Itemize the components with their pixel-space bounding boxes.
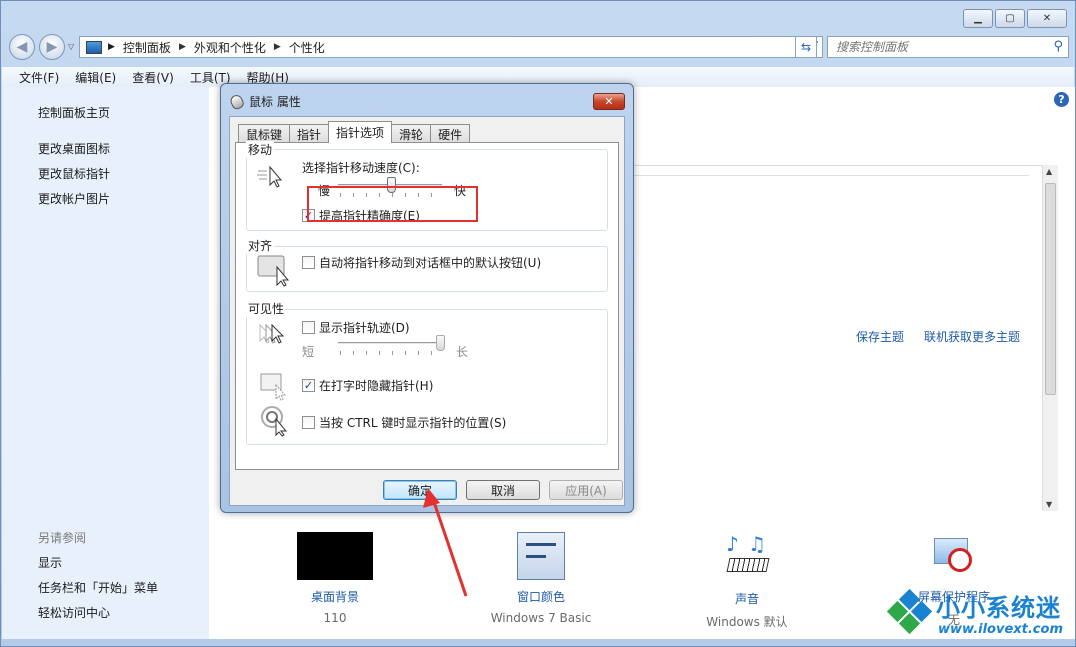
chevron-right-icon[interactable]: ▶ bbox=[274, 42, 281, 52]
snap-to-row[interactable]: 自动将指针移动到对话框中的默认按钮(U) bbox=[302, 254, 541, 271]
slider-thumb[interactable] bbox=[436, 335, 445, 351]
tile-sub: Windows 默认 bbox=[706, 615, 788, 629]
apply-button[interactable]: 应用(A) bbox=[549, 480, 623, 500]
pointer-trails-icon bbox=[259, 323, 285, 344]
show-location-checkbox[interactable] bbox=[302, 416, 315, 429]
caption-buttons: ▁ ▢ ✕ bbox=[963, 9, 1067, 28]
menu-file[interactable]: 文件(F) bbox=[19, 69, 59, 86]
speed-highlight-box bbox=[307, 186, 478, 222]
watermark-logo: 小小系统迷 www.ilovext.com bbox=[886, 582, 1076, 642]
search-icon[interactable]: ⚲ bbox=[1053, 39, 1063, 54]
search-box: ⚲ bbox=[827, 36, 1069, 58]
sidebar-item-desktop-icons[interactable]: 更改桌面图标 bbox=[38, 140, 110, 157]
mouse-icon bbox=[228, 92, 246, 111]
pointer-speed-label: 选择指针移动速度(C): bbox=[302, 161, 420, 175]
pointer-trails-label: 显示指针轨迹(D) bbox=[319, 321, 410, 335]
chevron-right-icon[interactable]: ▶ bbox=[108, 42, 115, 52]
tile-sub: 110 bbox=[323, 611, 347, 625]
tile-label: 声音 bbox=[734, 592, 759, 606]
breadcrumb: 控制面板 ▶ 外观和个性化 ▶ 个性化 bbox=[123, 39, 325, 56]
dialog-title-bar: 鼠标 属性 bbox=[228, 92, 301, 111]
sidebar: 控制面板主页 更改桌面图标 更改鼠标指针 更改帐户图片 另请参阅 显示 任务栏和… bbox=[2, 87, 209, 639]
breadcrumb-item-control-panel[interactable]: 控制面板 bbox=[123, 39, 171, 56]
chevron-right-icon[interactable]: ▶ bbox=[179, 42, 186, 52]
see-also-display[interactable]: 显示 bbox=[38, 554, 62, 571]
snap-to-label: 自动将指针移动到对话框中的默认按钮(U) bbox=[319, 256, 542, 270]
forward-arrow-icon[interactable]: ▶ bbox=[39, 34, 65, 60]
history-dropdown-icon[interactable]: ▽ bbox=[68, 42, 74, 51]
tab-pointer-options[interactable]: 指针选项 bbox=[328, 121, 393, 143]
scroll-up-icon[interactable]: ▲ bbox=[1046, 167, 1052, 176]
help-icon[interactable]: ? bbox=[1054, 92, 1069, 107]
control-panel-icon bbox=[86, 40, 102, 54]
address-toolbar: ◀ ▶ ▽ ▶ 控制面板 ▶ 外观和个性化 ▶ 个性化 ▼ ⇆ ⚲ bbox=[9, 34, 1069, 60]
maximize-icon[interactable]: ▢ bbox=[995, 9, 1025, 28]
refresh-icon[interactable]: ⇆ bbox=[795, 36, 817, 58]
scrollbar-thumb[interactable] bbox=[1045, 183, 1056, 395]
minimize-icon[interactable]: ▁ bbox=[963, 9, 993, 28]
address-bar[interactable]: ▶ 控制面板 ▶ 外观和个性化 ▶ 个性化 ▼ bbox=[79, 36, 823, 58]
back-arrow-icon[interactable]: ◀ bbox=[9, 34, 35, 60]
divider bbox=[629, 175, 1029, 176]
snap-group-title: 对齐 bbox=[246, 237, 275, 254]
show-location-label: 当按 CTRL 键时显示指针的位置(S) bbox=[319, 416, 507, 430]
snap-to-checkbox[interactable] bbox=[302, 256, 315, 269]
hide-while-typing-checkbox[interactable]: ✓ bbox=[302, 379, 315, 392]
tile-sub: Windows 7 Basic bbox=[490, 611, 592, 625]
close-icon[interactable]: ✕ bbox=[1027, 9, 1067, 28]
sidebar-item-account-picture[interactable]: 更改帐户图片 bbox=[38, 190, 110, 207]
see-also-taskbar[interactable]: 任务栏和「开始」菜单 bbox=[38, 579, 158, 596]
sounds-icon: ♪ ♫ bbox=[722, 532, 772, 582]
hide-pointer-icon bbox=[260, 373, 287, 401]
tile-label: 窗口颜色 bbox=[516, 590, 565, 604]
menu-view[interactable]: 查看(V) bbox=[132, 69, 174, 86]
window-color-icon bbox=[517, 532, 565, 580]
tab-pointers[interactable]: 指针 bbox=[289, 124, 330, 143]
search-input[interactable] bbox=[828, 37, 1038, 57]
show-location-row[interactable]: 当按 CTRL 键时显示指针的位置(S) bbox=[302, 414, 506, 431]
scroll-down-icon[interactable]: ▼ bbox=[1046, 500, 1052, 509]
tile-sounds[interactable]: ♪ ♫ 声音 Windows 默认 bbox=[677, 532, 817, 630]
ok-button[interactable]: 确定 bbox=[383, 480, 457, 500]
menu-edit[interactable]: 编辑(E) bbox=[75, 69, 116, 86]
trail-short-label: 短 bbox=[302, 345, 315, 359]
see-also-heading: 另请参阅 bbox=[38, 531, 87, 545]
screen-saver-icon bbox=[928, 532, 980, 580]
visibility-group-title: 可见性 bbox=[246, 300, 287, 317]
dialog-tabs: 鼠标键 指针 指针选项 滑轮 硬件 bbox=[238, 121, 471, 143]
logo-diamond-icon bbox=[886, 588, 933, 635]
sidebar-item-home[interactable]: 控制面板主页 bbox=[38, 104, 110, 121]
dialog-close-icon[interactable]: ✕ bbox=[593, 93, 625, 110]
tab-hardware[interactable]: 硬件 bbox=[430, 124, 471, 143]
mouse-properties-dialog: 鼠标 属性 ✕ 鼠标键 指针 指针选项 滑轮 硬件 移动 选择指针移动速度(C)… bbox=[220, 83, 634, 513]
pointer-speed-icon bbox=[257, 165, 283, 188]
watermark-url: www.ilovext.com bbox=[938, 622, 1063, 637]
tab-wheel[interactable]: 滑轮 bbox=[391, 124, 432, 143]
pointer-trails-row[interactable]: 显示指针轨迹(D) bbox=[302, 319, 410, 336]
pointer-trail-slider[interactable] bbox=[336, 335, 446, 355]
theme-scrollbar[interactable]: ▲ ▼ bbox=[1042, 165, 1058, 511]
tile-window-color[interactable]: 窗口颜色 Windows 7 Basic bbox=[471, 532, 611, 625]
breadcrumb-item-personalization[interactable]: 个性化 bbox=[289, 39, 325, 56]
save-theme-link[interactable]: 保存主题 bbox=[856, 328, 904, 345]
dialog-body: 鼠标键 指针 指针选项 滑轮 硬件 移动 选择指针移动速度(C): 慢 快 ✓ bbox=[229, 116, 625, 506]
motion-group-title: 移动 bbox=[246, 141, 275, 158]
dialog-title: 鼠标 属性 bbox=[249, 95, 301, 109]
pointer-trails-checkbox[interactable] bbox=[302, 321, 315, 334]
tile-label: 桌面背景 bbox=[310, 590, 359, 604]
breadcrumb-item-appearance[interactable]: 外观和个性化 bbox=[194, 39, 266, 56]
tile-desktop-background[interactable]: 桌面背景 110 bbox=[265, 532, 405, 625]
cancel-button[interactable]: 取消 bbox=[466, 480, 540, 500]
hide-while-typing-row[interactable]: ✓ 在打字时隐藏指针(H) bbox=[302, 377, 433, 394]
watermark-title: 小小系统迷 bbox=[936, 594, 1061, 622]
get-more-themes-link[interactable]: 联机获取更多主题 bbox=[924, 328, 1020, 345]
see-also-ease-of-access[interactable]: 轻松访问中心 bbox=[38, 604, 110, 621]
hide-while-typing-label: 在打字时隐藏指针(H) bbox=[319, 379, 434, 393]
snap-to-icon bbox=[257, 255, 290, 287]
sidebar-item-mouse-pointers[interactable]: 更改鼠标指针 bbox=[38, 165, 110, 182]
desktop-background-thumbnail bbox=[297, 532, 373, 580]
trail-long-label: 长 bbox=[456, 345, 469, 359]
show-location-icon bbox=[261, 406, 288, 437]
